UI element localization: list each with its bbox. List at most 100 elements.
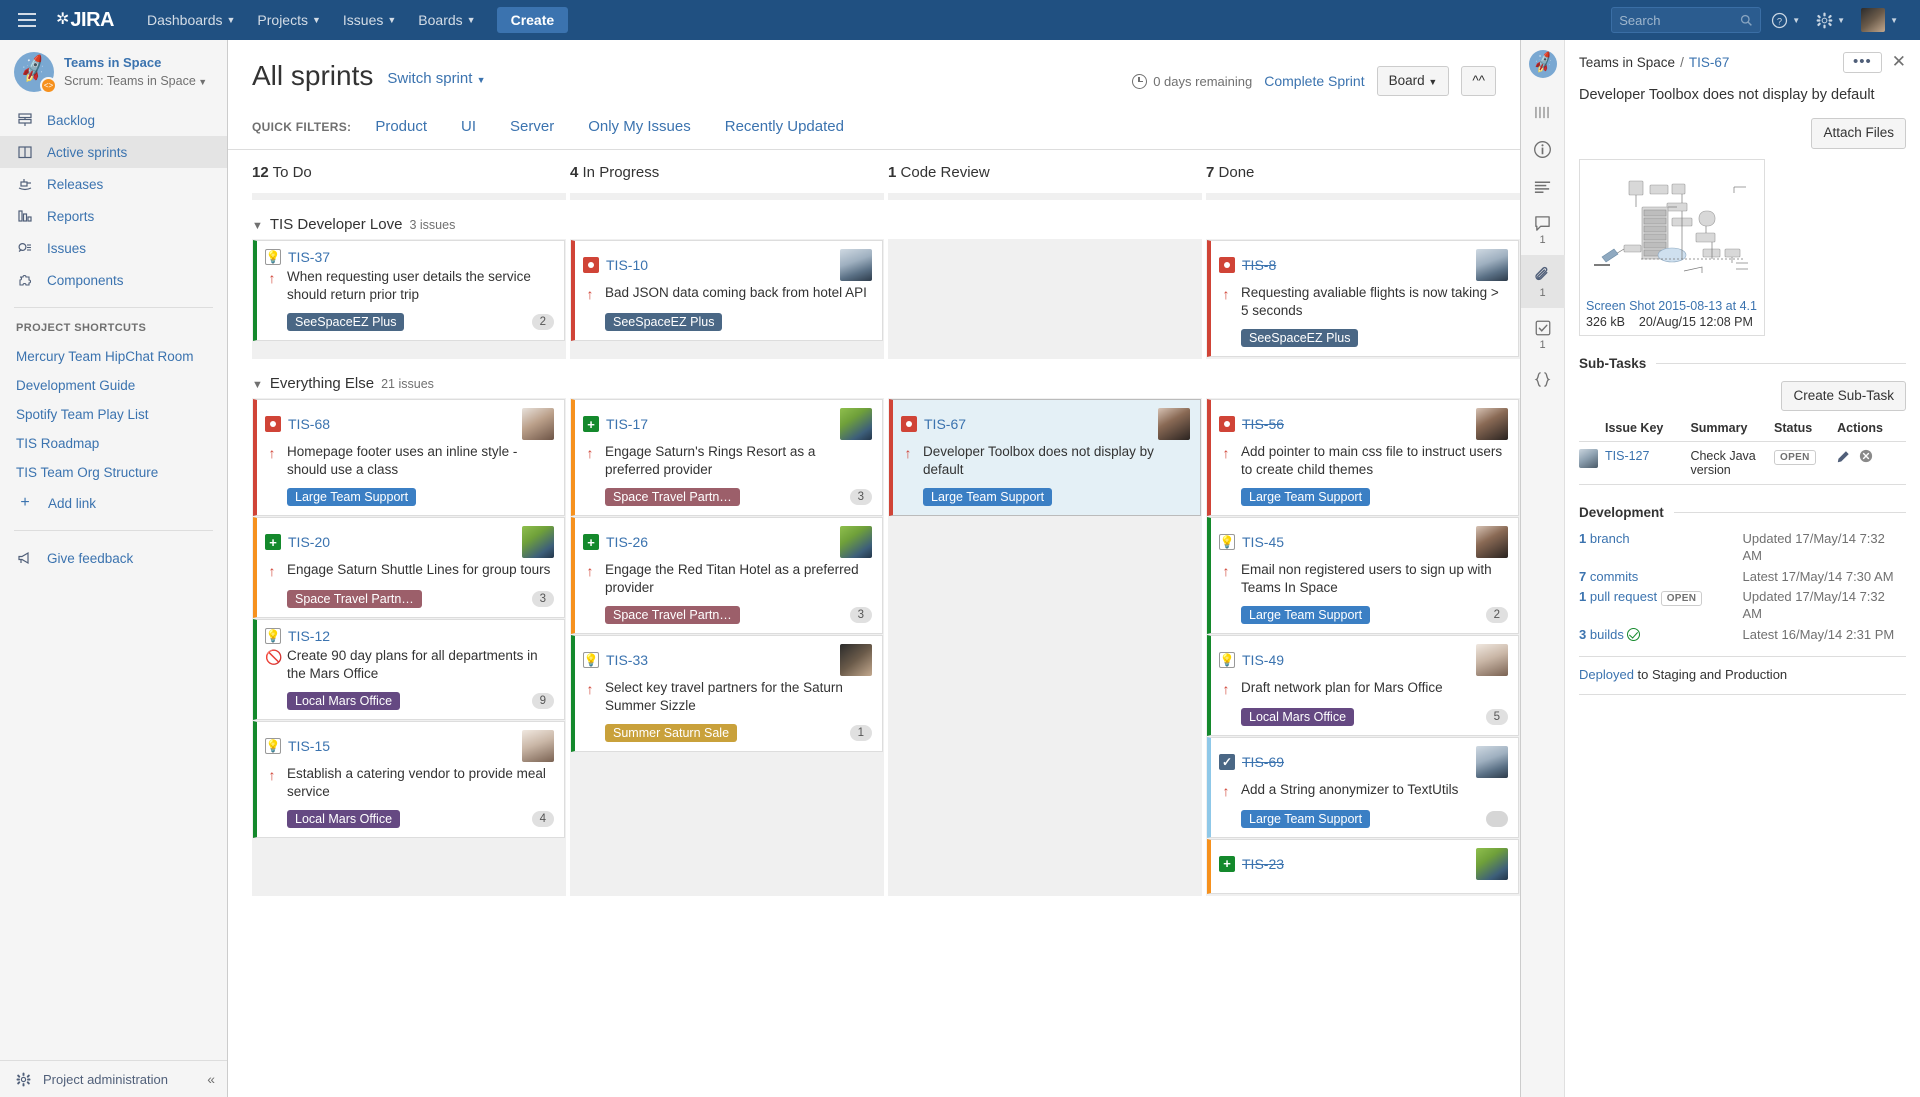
epic-label[interactable]: Local Mars Office [287, 691, 401, 710]
collapse-header-button[interactable]: ^^ [1461, 66, 1496, 97]
attachment-name[interactable]: Screen Shot 2015-08-13 at 4.1 [1586, 299, 1758, 313]
issue-key[interactable]: TIS-12 [288, 628, 330, 644]
sidebar-item-active-sprints[interactable]: Active sprints [0, 136, 227, 168]
settings-button[interactable]: ▼ [1810, 0, 1851, 40]
epic-label[interactable]: SeeSpaceEZ Plus [605, 313, 723, 332]
sidebar-item-releases[interactable]: Releases [0, 168, 227, 200]
issue-key[interactable]: TIS-37 [288, 249, 330, 265]
board-card[interactable]: 💡 TIS-37 ↑ When requesting user details the… [253, 240, 565, 342]
epic-label[interactable]: Space Travel Partn… [287, 589, 422, 608]
create-sub-task-button[interactable]: Create Sub-Task [1781, 380, 1906, 411]
rail-item-subtasks[interactable]: 1 [1521, 308, 1565, 360]
switch-sprint-button[interactable]: Switch sprint ▼ [387, 70, 485, 87]
deployed-link[interactable]: Deployed [1579, 667, 1634, 682]
board-columns-scroll[interactable]: 12 To Do 4 In Progress 1 Code Review 7 D… [228, 150, 1520, 1097]
breadcrumb-project[interactable]: Teams in Space [1579, 55, 1675, 70]
shortcut-tis-team-org-structure[interactable]: TIS Team Org Structure [0, 458, 227, 487]
epic-label[interactable]: Large Team Support [1241, 488, 1371, 507]
project-administration-button[interactable]: Project administration « [0, 1060, 227, 1097]
issue-key[interactable]: TIS-8 [1242, 257, 1276, 273]
nav-boards[interactable]: Boards ▼ [407, 0, 486, 40]
board-card[interactable]: TIS-10 ↑ Bad JSON data coming back from ho… [571, 240, 883, 342]
project-header[interactable]: 🚀 <> Teams in Space Scrum: Teams in Spac… [0, 40, 227, 104]
hamburger-menu-icon[interactable] [10, 5, 44, 35]
attach-files-button[interactable]: Attach Files [1811, 118, 1906, 149]
board-column-0[interactable]: TIS-68 ↑ Homepage footer uses an inline st… [252, 398, 566, 896]
board-card[interactable]: TIS-8 ↑ Requesting avaliable flights is no… [1207, 240, 1519, 358]
epic-label[interactable]: Large Team Support [1241, 809, 1371, 828]
search-input[interactable]: Search [1611, 7, 1762, 33]
epic-label[interactable]: Space Travel Partn… [605, 605, 740, 624]
attachment-card[interactable]: Screen Shot 2015-08-13 at 4.1 326 kB 20/… [1579, 158, 1765, 336]
board-column-1[interactable]: + TIS-17 ↑ Engage Saturn's Rings Resort as … [570, 398, 884, 896]
board-card[interactable]: 💡 TIS-45 ↑ Email non registered users to si… [1207, 517, 1519, 634]
board-card[interactable]: 💡 TIS-15 ↑ Establish a catering vendor to p… [253, 720, 565, 838]
epic-label[interactable]: Large Team Support [287, 488, 417, 507]
subtask-key[interactable]: TIS-127 [1605, 449, 1649, 463]
epic-label[interactable]: Local Mars Office [1241, 707, 1355, 726]
delete-circle-icon[interactable] [1859, 449, 1873, 466]
epic-label[interactable]: Local Mars Office [287, 809, 401, 828]
sidebar-item-backlog[interactable]: Backlog [0, 104, 227, 136]
dev-pull-request-link[interactable]: 1 pull request OPEN [1579, 589, 1743, 623]
give-feedback-button[interactable]: Give feedback [0, 542, 227, 574]
project-name[interactable]: Teams in Space [64, 54, 207, 72]
epic-label[interactable]: Space Travel Partn… [605, 488, 740, 507]
board-card[interactable]: + TIS-17 ↑ Engage Saturn's Rings Resort as … [571, 399, 883, 517]
issue-key[interactable]: TIS-69 [1242, 754, 1284, 770]
swimlane-header-everything-else[interactable]: ▼ Everything Else 21 issues [252, 359, 1520, 398]
board-card[interactable]: TIS-68 ↑ Homepage footer uses an inline st… [253, 399, 565, 517]
create-button[interactable]: Create [496, 7, 569, 33]
jira-logo[interactable]: ✲ JIRA [56, 9, 114, 32]
board-menu-button[interactable]: Board ▼ [1376, 66, 1450, 97]
issue-key[interactable]: TIS-15 [288, 738, 330, 754]
board-column-3[interactable]: TIS-8 ↑ Requesting avaliable flights is no… [1206, 239, 1520, 360]
complete-sprint-button[interactable]: Complete Sprint [1264, 73, 1364, 89]
epic-label[interactable]: Large Team Support [923, 488, 1053, 507]
epic-label[interactable]: Summer Saturn Sale [605, 723, 738, 742]
add-link-button[interactable]: + Add link [0, 487, 227, 519]
shortcut-tis-roadmap[interactable]: TIS Roadmap [0, 429, 227, 458]
issue-key[interactable]: TIS-33 [606, 652, 648, 668]
chevron-down-icon[interactable]: ▼ [252, 220, 263, 232]
shortcut-spotify-team-play-list[interactable]: Spotify Team Play List [0, 400, 227, 429]
board-card[interactable]: TIS-56 ↑ Add pointer to main css file to i… [1207, 399, 1519, 517]
rail-item-comments[interactable]: 1 [1521, 204, 1565, 255]
sidebar-item-issues[interactable]: Issues [0, 232, 227, 264]
quick-filter-product[interactable]: Product [375, 118, 427, 135]
dev-commits-link[interactable]: 7 commits [1579, 569, 1743, 586]
nav-issues[interactable]: Issues ▼ [332, 0, 407, 40]
epic-label[interactable]: Large Team Support [1241, 605, 1371, 624]
board-card[interactable]: + TIS-20 ↑ Engage Saturn Shuttle Lines for … [253, 517, 565, 618]
breadcrumb-issue-key[interactable]: TIS-67 [1689, 55, 1730, 70]
issue-key[interactable]: TIS-17 [606, 416, 648, 432]
project-type[interactable]: Scrum: Teams in Space ▼ [64, 72, 207, 91]
sidebar-item-components[interactable]: Components [0, 264, 227, 296]
board-column-1[interactable]: TIS-10 ↑ Bad JSON data coming back from ho… [570, 239, 884, 360]
quick-filter-recently-updated[interactable]: Recently Updated [725, 118, 844, 135]
rail-item-development[interactable] [1521, 360, 1565, 397]
chevron-double-left-icon[interactable]: « [207, 1071, 215, 1087]
issue-key[interactable]: TIS-68 [288, 416, 330, 432]
board-column-2[interactable] [888, 239, 1202, 360]
board-card[interactable]: 💡 TIS-49 ↑ Draft network plan for Mars Offi… [1207, 634, 1519, 736]
quick-filter-ui[interactable]: UI [461, 118, 476, 135]
pencil-icon[interactable] [1837, 451, 1853, 466]
help-button[interactable]: ? ▼ [1765, 0, 1806, 40]
issue-key[interactable]: TIS-26 [606, 534, 648, 550]
issue-key[interactable]: TIS-23 [1242, 856, 1284, 872]
board-card[interactable]: 💡 TIS-33 ↑ Select key travel partners for t… [571, 634, 883, 752]
epic-label[interactable]: SeeSpaceEZ Plus [1241, 329, 1359, 348]
board-card[interactable]: + TIS-26 ↑ Engage the Red Titan Hotel as a … [571, 517, 883, 634]
quick-filter-only-my-issues[interactable]: Only My Issues [588, 118, 691, 135]
nav-projects[interactable]: Projects ▼ [246, 0, 332, 40]
board-card[interactable]: + TIS-23 [1207, 838, 1519, 894]
close-icon[interactable]: ✕ [1892, 52, 1906, 72]
shortcut-development-guide[interactable]: Development Guide [0, 371, 227, 400]
chevron-down-icon[interactable]: ▼ [252, 379, 263, 391]
issue-key[interactable]: TIS-56 [1242, 416, 1284, 432]
dev-branch-link[interactable]: 1 branch [1579, 531, 1743, 565]
sidebar-item-reports[interactable]: Reports [0, 200, 227, 232]
more-actions-button[interactable]: ••• [1842, 52, 1882, 73]
nav-dashboards[interactable]: Dashboards ▼ [136, 0, 246, 40]
